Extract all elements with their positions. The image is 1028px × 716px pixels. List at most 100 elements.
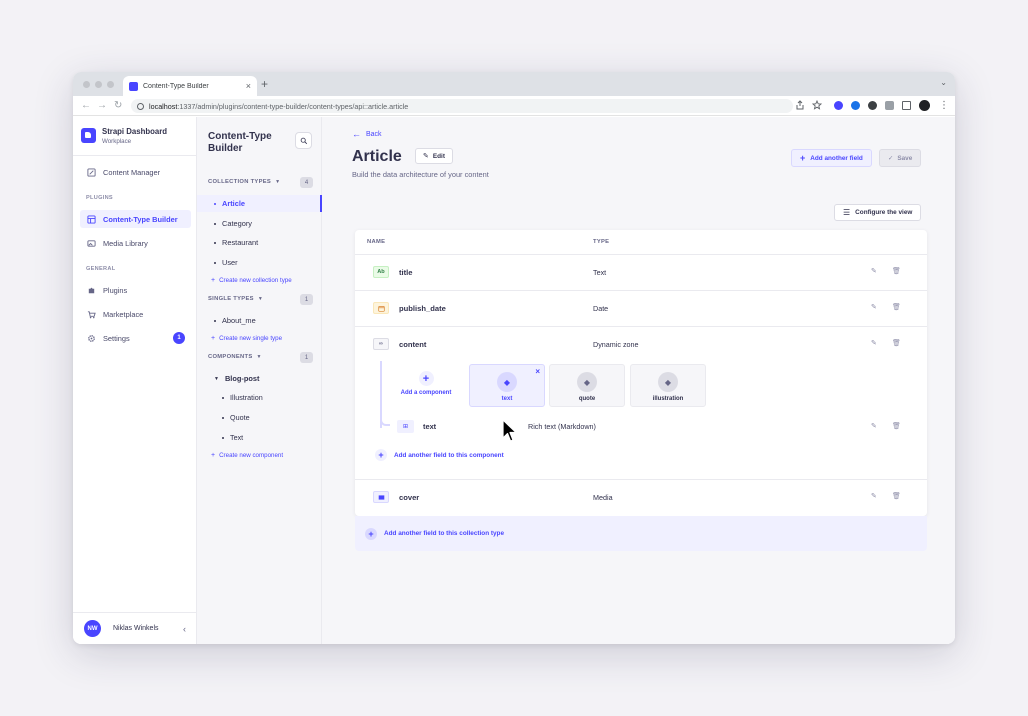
new-tab-icon[interactable]: + xyxy=(261,77,268,91)
user-name[interactable]: Niklas Winkels xyxy=(113,625,183,632)
main-content: ← Back Article ✎ Edit Build the data archi… xyxy=(322,117,955,644)
close-icon[interactable]: × xyxy=(535,367,540,376)
add-field-to-collection-button[interactable]: + Add another field to this collection t… xyxy=(355,516,927,551)
sidepanel-icon[interactable] xyxy=(902,101,911,110)
delete-field-icon[interactable]: 🗑 xyxy=(892,339,901,347)
field-name: content xyxy=(399,340,427,349)
edit-field-icon[interactable]: ✎ xyxy=(871,422,877,430)
plus-circle-icon: + xyxy=(418,371,434,386)
nav-settings[interactable]: Settings 1 xyxy=(80,329,191,347)
edit-button[interactable]: ✎ Edit xyxy=(415,148,453,164)
create-collection-type-link[interactable]: + Create new collection type xyxy=(211,277,292,284)
reload-icon[interactable]: ↻ xyxy=(114,99,122,113)
component-field-row[interactable]: ⊞ text Rich text (Markdown) ✎ 🗑 xyxy=(355,415,927,441)
collection-count-badge: 4 xyxy=(300,177,313,188)
nav-content-manager[interactable]: Content Manager xyxy=(80,163,191,181)
bookmark-star-icon[interactable] xyxy=(812,100,822,110)
site-info-icon[interactable] xyxy=(137,102,144,110)
profile-avatar-icon[interactable] xyxy=(919,100,930,111)
add-field-label: Add another field xyxy=(810,154,863,162)
nav-divider xyxy=(73,155,197,156)
subnav-item-restaurant[interactable]: Restaurant xyxy=(197,234,322,251)
nav-plugins-label: Plugins xyxy=(103,285,128,295)
create-single-type-link[interactable]: + Create new single type xyxy=(211,335,282,342)
add-component-button[interactable]: + Add a component xyxy=(395,371,457,405)
cube-icon: ◆ xyxy=(497,372,517,392)
back-link[interactable]: ← Back xyxy=(352,130,382,139)
browser-tab-bar: Content-Type Builder × + ⌄ xyxy=(73,72,955,96)
subnav-item-illustration[interactable]: Illustration xyxy=(197,389,322,406)
cube-icon: ◆ xyxy=(658,372,678,392)
tab-list-chevron-icon[interactable]: ⌄ xyxy=(940,78,947,87)
extension-2-icon[interactable] xyxy=(851,101,860,110)
nav-media-library[interactable]: Media Library xyxy=(80,234,191,252)
search-button[interactable] xyxy=(295,132,312,149)
table-row[interactable]: publish_date Date ✎ 🗑 xyxy=(355,290,927,326)
close-tab-icon[interactable]: × xyxy=(246,81,251,91)
subnav-item-text[interactable]: Text xyxy=(197,429,322,446)
components-section[interactable]: COMPONENTS ▼ xyxy=(208,354,262,360)
nav-content-type-builder[interactable]: Content-Type Builder xyxy=(80,210,191,228)
edit-field-icon[interactable]: ✎ xyxy=(871,267,877,275)
subnav-item-quote[interactable]: Quote xyxy=(197,409,322,426)
list-settings-icon: ☰ xyxy=(843,208,851,217)
subnav-item-article[interactable]: Article xyxy=(197,195,322,212)
field-type: Dynamic zone xyxy=(593,340,639,349)
caret-down-icon: ▼ xyxy=(214,375,219,382)
table-row[interactable]: cover Media ✎ 🗑 xyxy=(355,479,927,515)
configure-view-button[interactable]: ☰ Configure the view xyxy=(834,204,922,221)
save-button[interactable]: ✓ Save xyxy=(879,149,922,167)
component-tab-text[interactable]: × ◆ text xyxy=(469,364,545,407)
create-component-link[interactable]: + Create new component xyxy=(211,452,283,459)
back-arrow-icon[interactable]: ← xyxy=(81,99,91,113)
table-row[interactable]: ∞ content Dynamic zone ✎ 🗑 xyxy=(355,326,927,362)
extension-3-icon[interactable] xyxy=(868,101,877,110)
subnav-item-label: Category xyxy=(222,219,252,228)
cube-icon: ◆ xyxy=(577,372,597,392)
share-icon[interactable] xyxy=(795,100,805,110)
avatar[interactable]: NW xyxy=(84,620,101,637)
browser-menu-icon[interactable]: ⋮ xyxy=(939,99,949,113)
collection-types-section[interactable]: COLLECTION TYPES ▼ xyxy=(208,179,280,185)
nav-content-manager-label: Content Manager xyxy=(103,167,161,177)
table-row[interactable]: Ab title Text ✎ 🗑 xyxy=(355,254,927,290)
edit-field-icon[interactable]: ✎ xyxy=(871,303,877,311)
close-window-dot[interactable] xyxy=(83,81,90,88)
maximize-window-dot[interactable] xyxy=(107,81,114,88)
main-navigation: Strapi Dashboard Workplace Content Manag… xyxy=(73,117,197,644)
dynamic-zone-panel: + Add a component × ◆ text ◆ quote ◆ ill… xyxy=(355,361,927,475)
subnav-item-category[interactable]: Category xyxy=(197,215,322,232)
fields-table: NAME TYPE Ab title Text ✎ 🗑 publish_date… xyxy=(355,230,927,516)
component-tab-label: illustration xyxy=(652,396,684,402)
component-tab-illustration[interactable]: ◆ illustration xyxy=(630,364,706,407)
create-single-label: Create new single type xyxy=(219,335,283,342)
edit-field-icon[interactable]: ✎ xyxy=(871,339,877,347)
nav-plugins[interactable]: Plugins xyxy=(80,281,191,299)
minimize-window-dot[interactable] xyxy=(95,81,102,88)
browser-tab[interactable]: Content-Type Builder × xyxy=(123,76,257,96)
subnav-item-about-me[interactable]: About_me xyxy=(197,312,322,329)
add-field-to-component-button[interactable]: + Add another field to this component xyxy=(375,449,504,461)
nav-marketplace[interactable]: Marketplace xyxy=(80,305,191,323)
extension-1-icon[interactable] xyxy=(834,101,843,110)
add-another-field-button[interactable]: + Add another field xyxy=(791,149,872,167)
edit-field-icon[interactable]: ✎ xyxy=(871,492,877,500)
component-tab-quote[interactable]: ◆ quote xyxy=(549,364,625,407)
delete-field-icon[interactable]: 🗑 xyxy=(892,492,901,500)
chevron-down-icon: ▼ xyxy=(275,179,281,185)
field-type: Media xyxy=(593,493,613,502)
forward-arrow-icon[interactable]: → xyxy=(97,99,107,113)
extensions-puzzle-icon[interactable] xyxy=(885,101,894,110)
tree-elbow xyxy=(380,415,390,426)
delete-field-icon[interactable]: 🗑 xyxy=(892,267,901,275)
subnav-item-user[interactable]: User xyxy=(197,254,322,271)
address-bar[interactable]: localhost:1337/admin/plugins/content-typ… xyxy=(131,99,793,113)
collapse-nav-icon[interactable]: ‹ xyxy=(183,624,186,634)
component-group-blog-post[interactable]: ▼ Blog-post xyxy=(197,370,322,387)
delete-field-icon[interactable]: 🗑 xyxy=(892,303,901,311)
single-types-section[interactable]: SINGLE TYPES ▼ xyxy=(208,296,263,302)
bullet xyxy=(214,319,216,322)
nav-section-general: GENERAL xyxy=(86,266,116,272)
delete-field-icon[interactable]: 🗑 xyxy=(892,422,901,430)
calendar-icon xyxy=(377,305,385,312)
